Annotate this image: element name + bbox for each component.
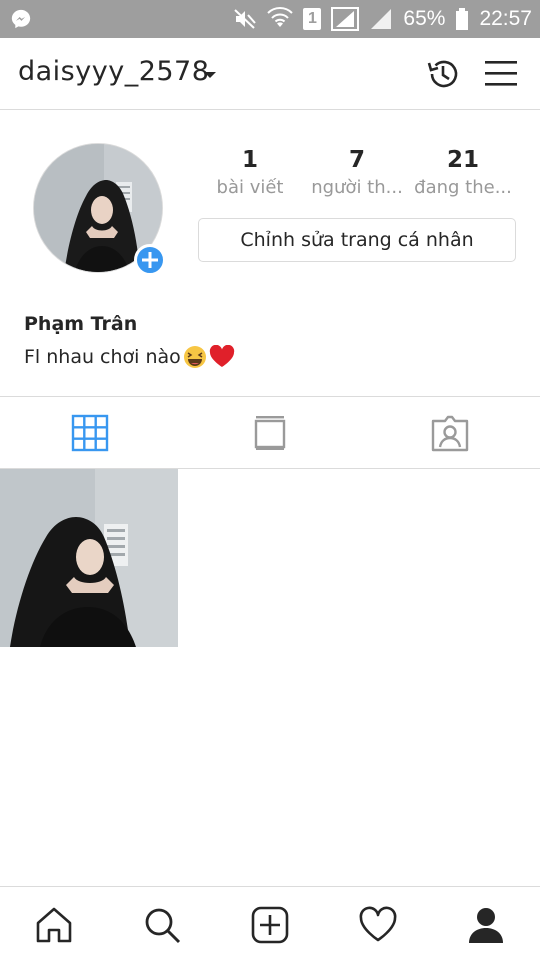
bottom-navigation [0, 886, 540, 960]
tagged-icon[interactable] [431, 414, 469, 452]
messenger-icon [11, 9, 31, 29]
post-photo [0, 469, 178, 647]
grid-icon[interactable] [71, 414, 109, 452]
profile-bio: Fl nhau chơi nào [24, 345, 235, 369]
mute-icon [234, 9, 257, 29]
battery-icon [456, 8, 469, 30]
following-label: đang the... [414, 177, 512, 198]
red-heart-icon [209, 345, 234, 367]
search-icon[interactable] [142, 905, 182, 945]
followers-label: người th... [311, 177, 403, 198]
home-icon[interactable] [34, 905, 74, 945]
profile-stats: 1 bài viết 7 người th... 21 đang the... [198, 145, 518, 211]
signal-icon [331, 7, 360, 31]
plus-icon [142, 252, 158, 268]
profile-tabs [0, 396, 540, 469]
posts-count: 1 [241, 147, 258, 173]
status-bar: 1 65% 22:57 [0, 0, 540, 38]
account-username-switcher[interactable]: daisyyy_2578 [18, 56, 209, 87]
activity-heart-icon[interactable] [358, 905, 398, 945]
menu-icon[interactable] [484, 58, 518, 88]
post-thumbnail[interactable] [0, 469, 178, 647]
battery-percent: 65% [403, 7, 446, 30]
following-count: 21 [446, 147, 479, 173]
archive-history-icon[interactable] [424, 55, 462, 93]
edit-profile-button[interactable]: Chỉnh sửa trang cá nhân [198, 218, 516, 262]
feed-icon[interactable] [251, 414, 289, 452]
wifi-icon [267, 7, 294, 27]
profile-top-bar: daisyyy_2578 [0, 38, 540, 110]
add-post-icon[interactable] [250, 905, 290, 945]
sim-badge: 1 [303, 8, 322, 30]
profile-full-name: Phạm Trân [24, 313, 138, 335]
laughing-emoji-icon [183, 346, 206, 368]
signal-icon-2 [371, 9, 392, 29]
profile-avatar[interactable] [33, 143, 166, 276]
chevron-down-icon[interactable] [203, 71, 217, 80]
stat-followers[interactable]: 7 người th... [302, 145, 412, 201]
followers-count: 7 [348, 147, 365, 173]
stat-posts[interactable]: 1 bài viết [195, 145, 305, 201]
bio-text: Fl nhau chơi nào [24, 346, 181, 368]
profile-icon[interactable] [466, 905, 506, 945]
posts-label: bài viết [216, 177, 284, 198]
add-story-button[interactable] [134, 244, 166, 276]
clock: 22:57 [479, 7, 532, 30]
stat-following[interactable]: 21 đang the... [408, 145, 518, 201]
